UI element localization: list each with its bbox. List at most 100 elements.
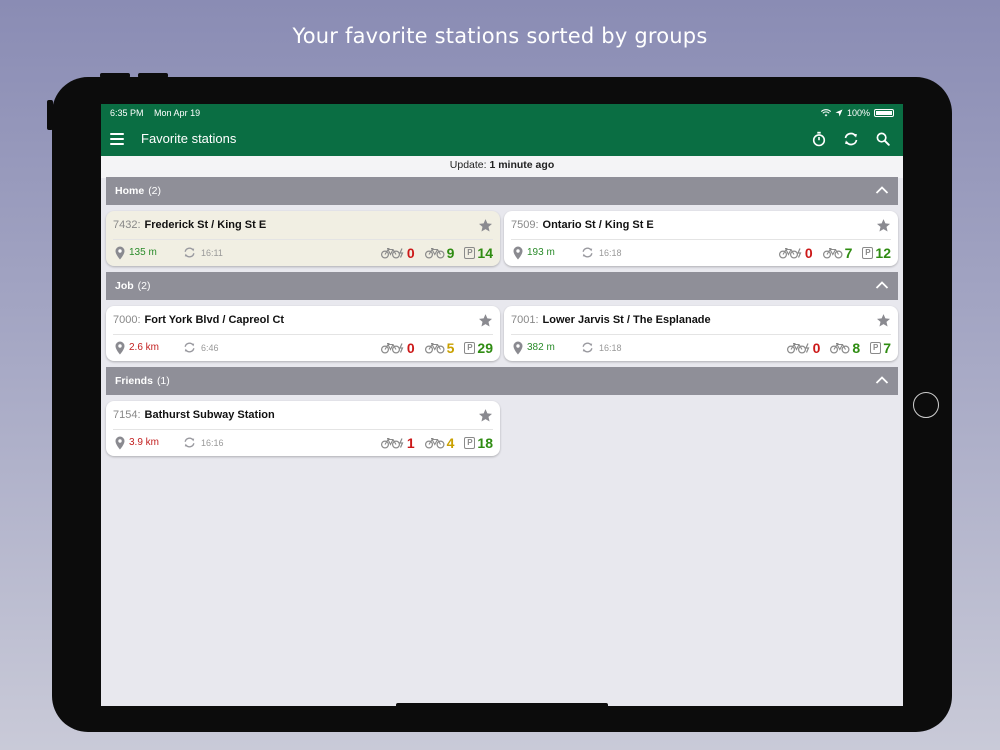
timer-button[interactable] — [807, 127, 831, 151]
station-name: Ontario St / King St E — [542, 219, 654, 231]
battery-icon — [874, 108, 894, 117]
ebike-count: 0 — [380, 245, 415, 261]
station-name: Fort York Blvd / Capreol Ct — [144, 314, 285, 326]
chevron-up-icon[interactable] — [875, 374, 889, 386]
bike-number: 9 — [446, 244, 455, 261]
update-label: Update: — [449, 159, 487, 171]
sync-icon — [184, 342, 195, 353]
dock-count: P 12 — [862, 245, 891, 261]
station-card[interactable]: 7000: Fort York Blvd / Capreol Ct 2.6 km… — [106, 306, 500, 361]
parking-icon: P — [870, 341, 882, 354]
update-status: Update: 1 minute ago — [101, 156, 903, 178]
star-icon[interactable] — [876, 218, 891, 233]
location-pin-icon — [513, 246, 523, 259]
dock-count: P 18 — [464, 435, 493, 451]
station-id: 7509: — [511, 219, 539, 231]
location-arrow-icon — [835, 109, 843, 116]
bike-count: 9 — [424, 244, 455, 261]
stopwatch-icon — [812, 131, 826, 146]
bike-count: 8 — [830, 340, 860, 356]
sync-icon — [582, 342, 593, 353]
group-count: (1) — [156, 375, 170, 387]
wifi-icon — [820, 108, 831, 116]
station-distance: 135 m — [129, 247, 157, 258]
search-button[interactable] — [871, 127, 895, 151]
electric-bike-icon — [786, 342, 810, 354]
station-card[interactable]: 7154: Bathurst Subway Station 3.9 km 16:… — [106, 401, 500, 456]
star-icon[interactable] — [478, 408, 493, 423]
ebike-count: 1 — [380, 434, 415, 451]
station-distance: 3.9 km — [129, 437, 160, 448]
star-icon[interactable] — [478, 218, 493, 233]
dock-number: 7 — [883, 339, 891, 356]
electric-bike-icon — [380, 437, 404, 449]
station-updated-time: 6:46 — [201, 342, 219, 353]
electric-bike-icon — [778, 247, 802, 259]
station-id: 7000: — [113, 314, 141, 326]
status-bar: 6:35 PM Mon Apr 19 100% — [101, 104, 903, 121]
station-updated-time: 16:11 — [201, 247, 223, 258]
menu-icon[interactable] — [110, 132, 124, 145]
station-updated-time: 16:18 — [599, 247, 622, 258]
group-header-job[interactable]: Job (2) — [106, 272, 898, 300]
dock-number: 29 — [477, 339, 493, 356]
station-id: 7432: — [113, 219, 141, 231]
location-pin-icon — [513, 341, 523, 354]
bike-count: 4 — [424, 434, 455, 451]
bike-number: 8 — [852, 339, 861, 356]
location-pin-icon — [115, 436, 125, 449]
tablet-home-button[interactable] — [913, 392, 939, 418]
refresh-button[interactable] — [839, 127, 863, 151]
app-bar: Favorite stations — [101, 121, 903, 156]
bike-icon — [424, 247, 445, 259]
group-header-friends[interactable]: Friends (1) — [106, 367, 898, 395]
update-value: 1 minute ago — [489, 159, 555, 171]
status-time: 6:35 PM — [110, 107, 144, 118]
ebike-number: 1 — [406, 434, 415, 451]
parking-icon: P — [464, 341, 476, 354]
bike-number: 4 — [446, 434, 455, 451]
group-count: (2) — [148, 185, 162, 197]
page-title: Favorite stations — [141, 131, 237, 146]
chevron-up-icon[interactable] — [875, 184, 889, 196]
station-name: Lower Jarvis St / The Esplanade — [542, 314, 711, 326]
app-screen: 6:35 PM Mon Apr 19 100% Favorite station… — [101, 104, 903, 706]
dock-number: 14 — [477, 244, 493, 261]
chevron-up-icon[interactable] — [875, 279, 889, 291]
bike-icon — [822, 247, 843, 259]
parking-icon: P — [464, 246, 476, 259]
station-card[interactable]: 7001: Lower Jarvis St / The Esplanade 38… — [504, 306, 898, 361]
bike-icon — [424, 437, 445, 449]
group-header-home[interactable]: Home (2) — [106, 177, 898, 205]
ebike-number: 0 — [804, 244, 813, 261]
station-card[interactable]: 7509: Ontario St / King St E 193 m 16:18… — [504, 211, 898, 266]
station-distance: 382 m — [527, 342, 555, 353]
star-icon[interactable] — [876, 313, 891, 328]
station-distance: 2.6 km — [129, 342, 160, 353]
station-name: Frederick St / King St E — [144, 219, 267, 231]
refresh-icon — [844, 132, 858, 145]
star-icon[interactable] — [478, 313, 493, 328]
parking-icon: P — [862, 246, 874, 259]
bike-icon — [424, 342, 445, 354]
station-updated-time: 16:18 — [599, 342, 622, 353]
status-date: Mon Apr 19 — [154, 107, 201, 118]
dock-count: P 7 — [870, 340, 891, 356]
bike-number: 5 — [446, 339, 455, 356]
station-updated-time: 16:16 — [201, 437, 224, 448]
group-count: (2) — [137, 280, 151, 292]
station-distance: 193 m — [527, 247, 555, 258]
dock-number: 12 — [875, 244, 891, 261]
dock-count: P 29 — [464, 340, 493, 356]
location-pin-icon — [115, 246, 125, 259]
ebike-count: 0 — [786, 339, 821, 356]
ebike-count: 0 — [778, 244, 813, 261]
dock-count: P 14 — [464, 245, 493, 261]
parking-icon: P — [464, 436, 476, 449]
group-name: Job — [115, 280, 134, 292]
ebike-number: 0 — [812, 339, 821, 356]
home-indicator — [396, 703, 608, 706]
ebike-number: 0 — [406, 339, 415, 356]
bike-icon — [830, 342, 850, 354]
station-card[interactable]: 7432: Frederick St / King St E 135 m 16:… — [106, 211, 500, 266]
